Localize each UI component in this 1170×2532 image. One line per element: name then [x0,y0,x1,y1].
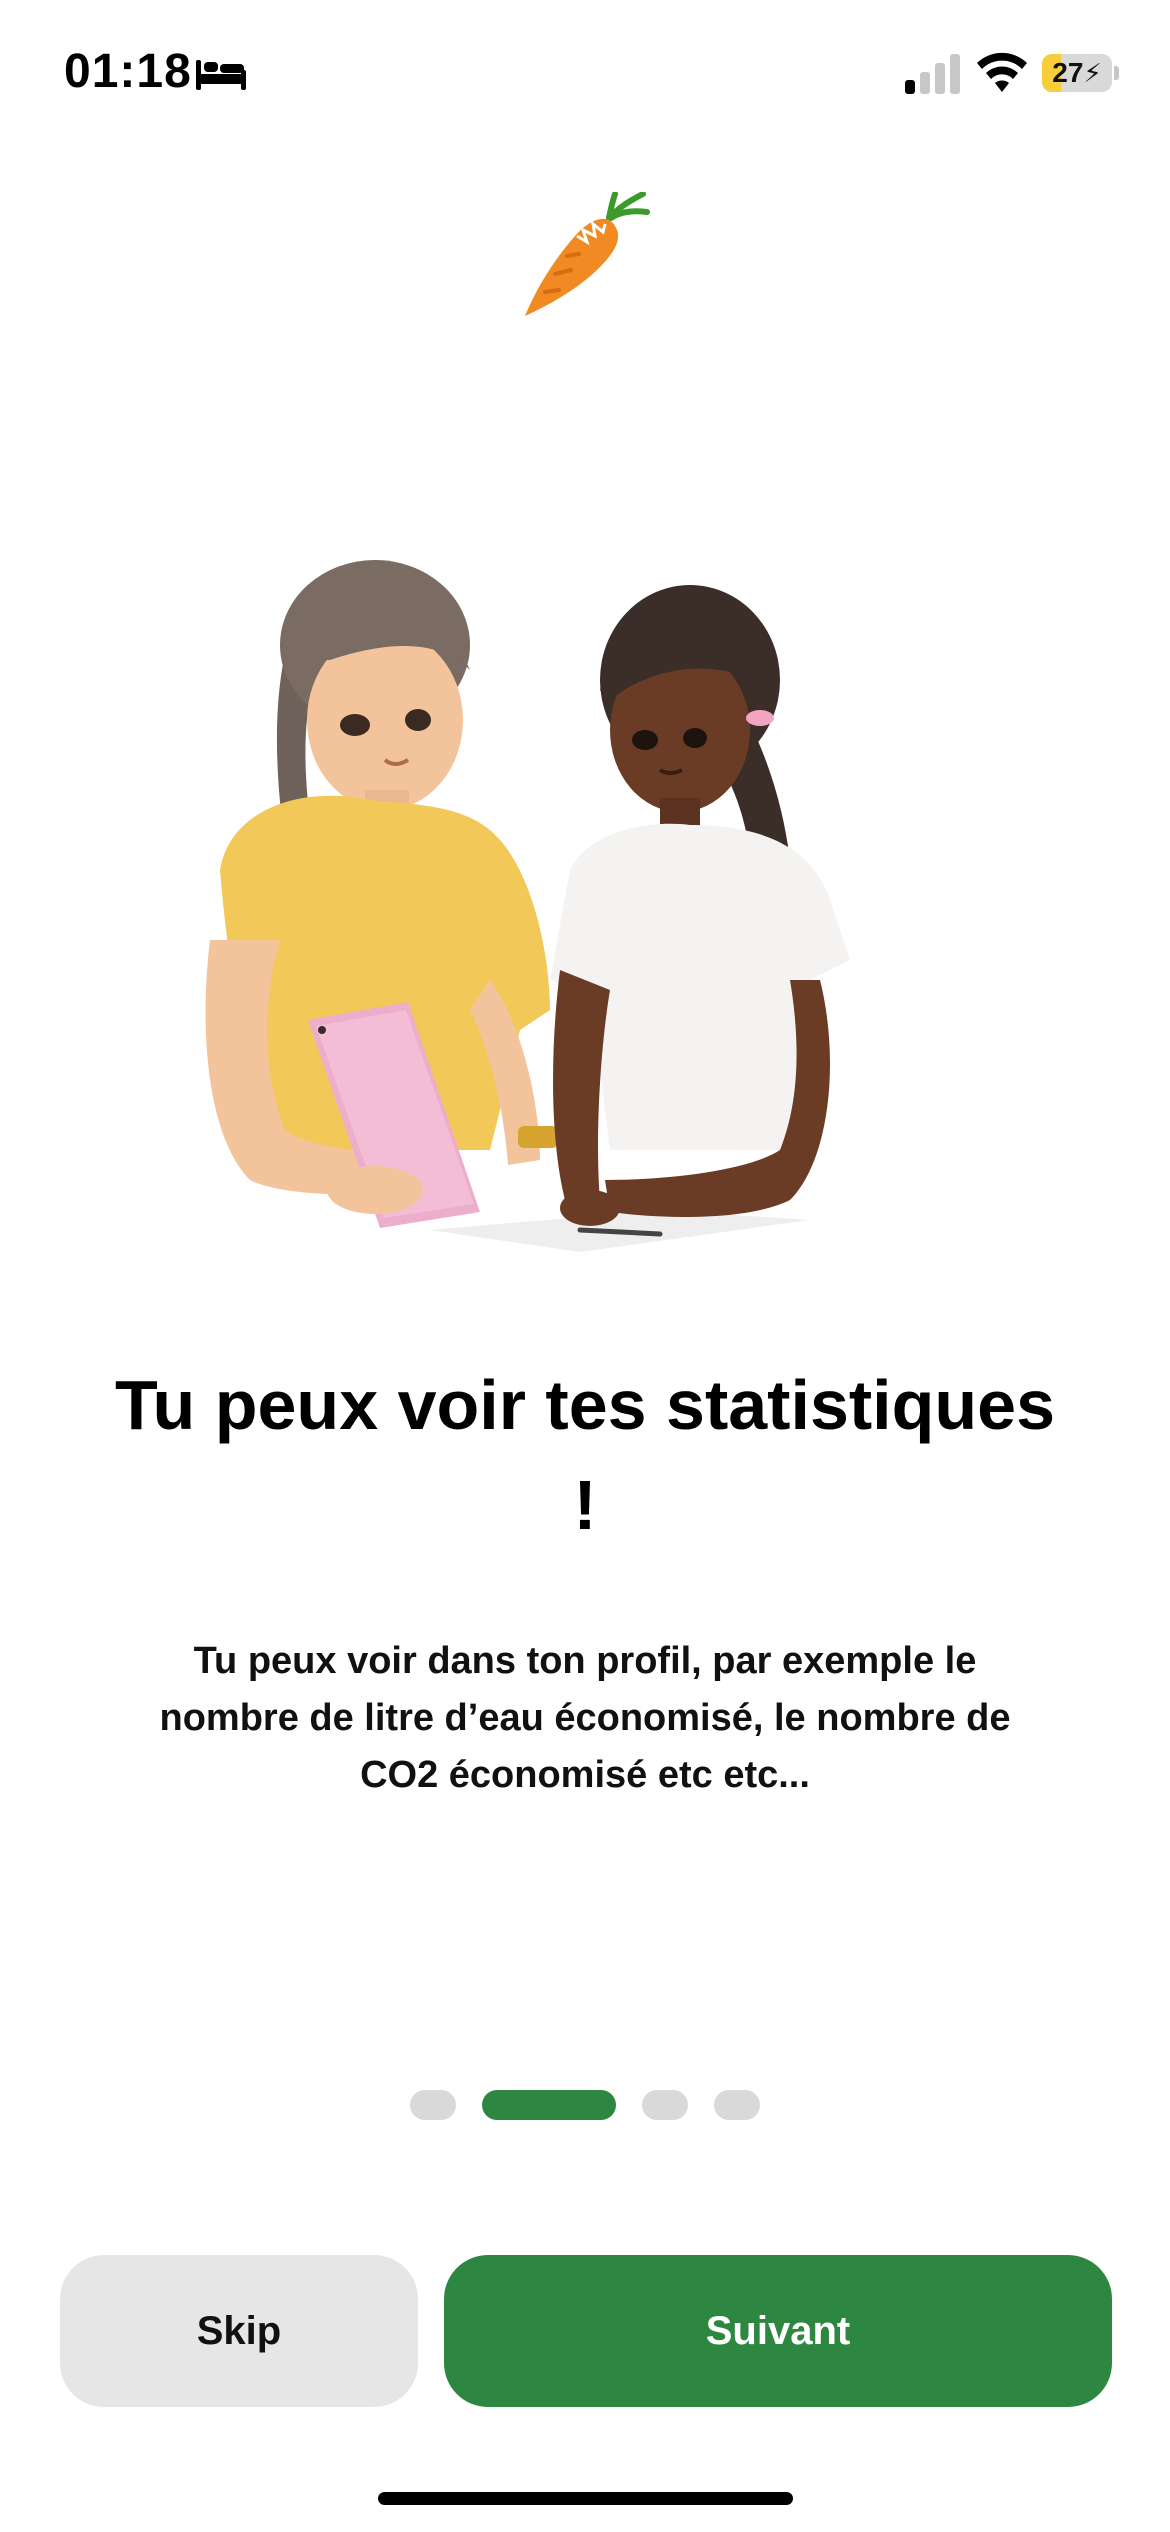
skip-button[interactable]: Skip [60,2255,418,2407]
onboarding-title: Tu peux voir tes statistiques ! [114,1366,1056,1544]
page-dot [714,2090,760,2120]
two-people-with-tablet-illustration [205,560,850,1252]
battery-icon: 27⚡ [1042,54,1112,92]
page-dot [642,2090,688,2120]
onboarding-description: Tu peux voir dans ton profil, par exempl… [159,1640,1011,1796]
status-bar: 01:18 27⚡ [0,0,1170,150]
page-indicator [0,2090,1170,2120]
signal-icon [905,54,960,94]
battery-level: 27 [1052,57,1084,88]
status-time: 01:18 [64,45,192,98]
home-indicator [378,2492,793,2505]
page-dot-active [482,2090,616,2120]
bed-icon [196,60,246,90]
carrot-icon [525,192,650,316]
charging-bolt-icon: ⚡ [1083,58,1102,88]
battery-cap [1114,66,1119,80]
next-button[interactable]: Suivant [444,2255,1112,2407]
page-dot [410,2090,456,2120]
wifi-icon [977,52,1027,92]
